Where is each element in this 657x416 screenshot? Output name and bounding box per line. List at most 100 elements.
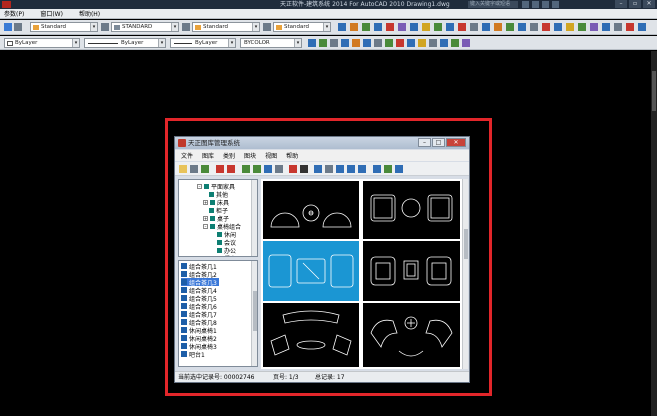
tool-icon[interactable] xyxy=(482,23,490,31)
star-icon[interactable] xyxy=(542,1,549,8)
tool-icon[interactable] xyxy=(638,23,646,31)
menu-help[interactable]: 帮助(H) xyxy=(79,9,100,18)
menu-window[interactable]: 窗口(W) xyxy=(40,9,63,18)
tool-icon[interactable] xyxy=(396,39,404,47)
close-button[interactable]: ✕ xyxy=(643,0,655,8)
arrow-up-icon[interactable] xyxy=(336,165,344,173)
search-input[interactable]: 键入关键字或短语 xyxy=(468,1,518,8)
arrow-right-icon[interactable] xyxy=(358,165,366,173)
tool-icon[interactable] xyxy=(350,23,358,31)
tool-icon[interactable] xyxy=(470,23,478,31)
dropdown-icon[interactable] xyxy=(190,165,198,173)
expand-icon[interactable]: + xyxy=(203,200,208,205)
tool-icon[interactable] xyxy=(542,23,550,31)
tool-icon[interactable] xyxy=(614,23,622,31)
tool-icon[interactable] xyxy=(352,39,360,47)
tool-icon[interactable] xyxy=(418,39,426,47)
dialog-menu-file[interactable]: 文件 xyxy=(181,151,193,160)
tool-icon[interactable] xyxy=(566,23,574,31)
warning-icon[interactable] xyxy=(227,165,235,173)
tool-icon[interactable] xyxy=(530,23,538,31)
dialog-menu-library[interactable]: 图库 xyxy=(202,151,214,160)
scroll-thumb[interactable] xyxy=(253,291,257,331)
open-folder-icon[interactable] xyxy=(179,165,187,173)
info-icon[interactable] xyxy=(373,165,381,173)
drawing-scrollbar[interactable] xyxy=(651,51,657,416)
search-icon[interactable] xyxy=(522,1,529,8)
tool-icon[interactable] xyxy=(518,23,526,31)
window-icon[interactable] xyxy=(395,165,403,173)
export-icon[interactable] xyxy=(253,165,261,173)
tool-icon[interactable] xyxy=(429,39,437,47)
dialog-menu-help[interactable]: 帮助 xyxy=(286,151,298,160)
check-icon[interactable] xyxy=(384,165,392,173)
lineweight-select[interactable]: ByLayer ▾ xyxy=(170,38,236,48)
mleader-style-icon[interactable] xyxy=(263,23,271,31)
tool-icon[interactable] xyxy=(386,23,394,31)
tool-icon[interactable] xyxy=(458,23,466,31)
tool-icon[interactable] xyxy=(362,23,370,31)
preview-cell[interactable] xyxy=(363,303,460,367)
tool-icon[interactable] xyxy=(602,23,610,31)
tool-icon[interactable] xyxy=(374,39,382,47)
tool-icon[interactable] xyxy=(462,39,470,47)
tool-icon[interactable] xyxy=(440,39,448,47)
plotstyle-select[interactable]: BYCOLOR ▾ xyxy=(240,38,302,48)
tool-icon[interactable] xyxy=(410,23,418,31)
tool-icon[interactable] xyxy=(308,39,316,47)
minimize-button[interactable]: – xyxy=(615,0,627,8)
linetype-select[interactable]: ByLayer ▾ xyxy=(84,38,166,48)
scroll-thumb[interactable] xyxy=(464,229,468,259)
preview-scrollbar[interactable] xyxy=(462,179,468,369)
tool-icon[interactable] xyxy=(385,39,393,47)
table-style-icon[interactable] xyxy=(182,23,190,31)
workspace-icon[interactable] xyxy=(4,23,12,31)
dim-style-icon[interactable] xyxy=(101,23,109,31)
collapse-icon[interactable]: – xyxy=(197,184,202,189)
preview-cell[interactable] xyxy=(363,181,460,239)
dialog-minimize-button[interactable]: – xyxy=(418,138,431,147)
dialog-menu-block[interactable]: 图块 xyxy=(244,151,256,160)
tool-icon[interactable] xyxy=(451,39,459,47)
collapse-icon[interactable]: – xyxy=(203,224,208,229)
tool-icon[interactable] xyxy=(398,23,406,31)
dialog-menu-category[interactable]: 类别 xyxy=(223,151,235,160)
dialog-title-bar[interactable]: 天正图库管理系统 – □ ✕ xyxy=(175,137,469,149)
tool-icon[interactable] xyxy=(330,39,338,47)
dialog-close-button[interactable]: ✕ xyxy=(446,138,466,147)
tool-icon[interactable] xyxy=(626,23,634,31)
dialog-menu-view[interactable]: 视图 xyxy=(265,151,277,160)
tool-icon[interactable] xyxy=(446,23,454,31)
tool-icon[interactable] xyxy=(578,23,586,31)
table-style-select[interactable]: Standard ▾ xyxy=(192,22,260,32)
user-icon[interactable] xyxy=(532,1,539,8)
preview-cell[interactable] xyxy=(263,181,359,239)
scroll-thumb[interactable] xyxy=(652,71,656,111)
tool-icon[interactable] xyxy=(338,23,346,31)
arrow-down-icon[interactable] xyxy=(347,165,355,173)
dialog-maximize-button[interactable]: □ xyxy=(432,138,445,147)
tool-icon[interactable] xyxy=(422,23,430,31)
replace-icon[interactable] xyxy=(275,165,283,173)
list-item[interactable]: 吧台1 xyxy=(181,350,207,359)
expand-icon[interactable]: + xyxy=(203,216,208,221)
batch-icon[interactable] xyxy=(264,165,272,173)
dim-style-select[interactable]: STANDARD ▾ xyxy=(111,22,179,32)
import-icon[interactable] xyxy=(242,165,250,173)
tool-icon[interactable] xyxy=(494,23,502,31)
layout-icon[interactable] xyxy=(314,165,322,173)
text-style-icon[interactable] xyxy=(14,23,22,31)
restore-button[interactable]: ▫ xyxy=(629,0,641,8)
tool-icon[interactable] xyxy=(341,39,349,47)
tool-icon[interactable] xyxy=(506,23,514,31)
grid-view-icon[interactable] xyxy=(216,165,224,173)
tool-icon[interactable] xyxy=(590,23,598,31)
tool-icon[interactable] xyxy=(374,23,382,31)
delete-icon[interactable] xyxy=(289,165,297,173)
text-style-select[interactable]: Standard ▾ xyxy=(30,22,98,32)
tree-item[interactable]: 餐桌 xyxy=(217,254,236,256)
autocad-logo-icon[interactable] xyxy=(2,1,11,8)
chevron-down-icon[interactable] xyxy=(325,165,333,173)
tree-scrollbar[interactable] xyxy=(251,180,257,256)
help-icon[interactable] xyxy=(552,1,559,8)
